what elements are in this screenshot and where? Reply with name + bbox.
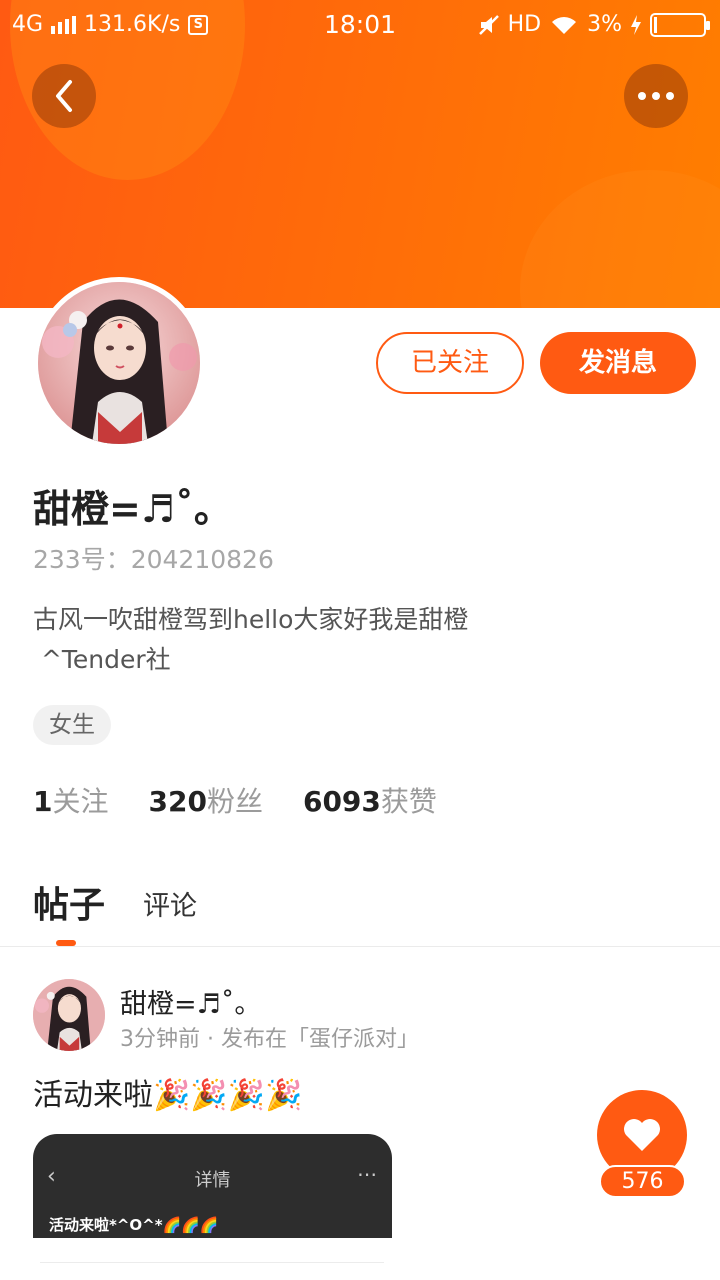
- profile-page: 4G 131.6K/s S 18:01 HD 3% 已关注 发消息 甜橙=♬˚。…: [0, 0, 720, 1280]
- tab-divider: [0, 946, 720, 947]
- status-bar: 4G 131.6K/s S 18:01 HD 3%: [0, 0, 720, 50]
- post-author-name[interactable]: 甜橙=♬˚。: [120, 982, 261, 1021]
- post-meta: 3分钟前 · 发布在「蛋仔派对」: [120, 1027, 419, 1052]
- stat-fans-count: 320: [148, 785, 207, 818]
- more-button[interactable]: [624, 64, 688, 128]
- stat-following-label: 关注: [52, 785, 109, 818]
- stat-fans-label: 粉丝: [206, 785, 263, 818]
- profile-stats: 1关注 320粉丝 6093获赞: [33, 780, 437, 820]
- stat-likes-count: 6093: [302, 785, 381, 818]
- chevron-left-icon: [56, 80, 72, 112]
- back-button[interactable]: [32, 64, 96, 128]
- avatar-illustration: [38, 282, 200, 444]
- battery-percent: 3%: [587, 12, 622, 37]
- stat-following[interactable]: 1关注: [33, 780, 109, 820]
- tab-posts[interactable]: 帖子: [33, 876, 105, 928]
- hd-indicator: HD: [507, 12, 542, 37]
- stat-likes-label: 获赞: [380, 785, 437, 818]
- avatar[interactable]: [33, 277, 205, 449]
- profile-bio: 古风一吹甜橙驾到hello大家好我是甜橙 ^Tender社: [33, 605, 469, 674]
- image-text: 活动来啦*^O^*🌈🌈🌈: [49, 1216, 219, 1234]
- wifi-icon: [552, 16, 577, 34]
- avatar-illustration-small: [33, 979, 105, 1051]
- followed-button[interactable]: 已关注: [376, 332, 524, 394]
- heart-icon: [624, 1119, 660, 1151]
- mute-icon: [478, 14, 499, 35]
- like-count: 576: [599, 1165, 686, 1198]
- profile-nickname: 甜橙=♬˚。: [33, 487, 232, 531]
- post-text[interactable]: 活动来啦🎉🎉🎉🎉: [33, 1070, 302, 1114]
- more-icon: [638, 92, 674, 100]
- stat-likes[interactable]: 6093获赞: [303, 780, 437, 820]
- tab-comments[interactable]: 评论: [143, 884, 197, 923]
- image-more-icon: ⋯: [357, 1162, 378, 1186]
- post-image[interactable]: ‹ 详情 ⋯ 活动来啦*^O^*🌈🌈🌈: [33, 1134, 392, 1238]
- stat-fans[interactable]: 320粉丝: [149, 780, 263, 820]
- post-author-avatar[interactable]: [33, 979, 105, 1051]
- battery-icon: [650, 12, 710, 37]
- gender-tag: 女生: [33, 705, 111, 745]
- profile-uid[interactable]: 233号：204210826: [33, 540, 274, 576]
- send-message-button[interactable]: 发消息: [540, 332, 696, 394]
- charging-icon: [631, 14, 641, 35]
- post-divider: [40, 1262, 384, 1263]
- stat-following-count: 1: [33, 785, 53, 818]
- image-title: 详情: [194, 1170, 231, 1191]
